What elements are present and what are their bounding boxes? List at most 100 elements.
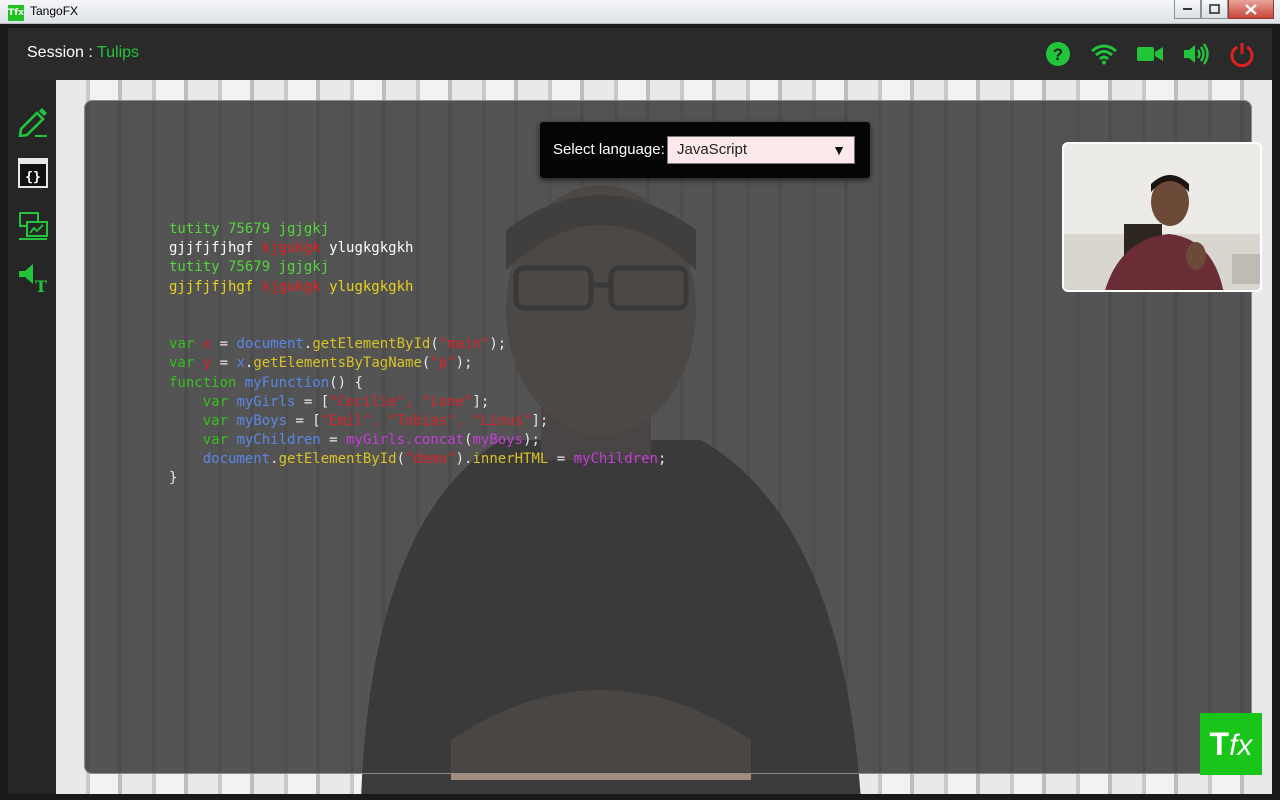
pencil-icon bbox=[18, 108, 47, 137]
video-stage: Select language: JavaScript ▼ tutity 756… bbox=[56, 80, 1272, 794]
svg-text:?: ? bbox=[1053, 45, 1063, 64]
code-token: ( bbox=[430, 336, 439, 353]
code-token: . bbox=[270, 451, 279, 468]
close-icon bbox=[1245, 3, 1257, 15]
code-editor[interactable]: tutity 75679 jgjgkj gjjfjfjhgf kjgukgk yl… bbox=[169, 220, 666, 489]
code-token: kjgukgk bbox=[261, 278, 321, 295]
code-token: y bbox=[202, 355, 212, 372]
code-overlay-panel: Select language: JavaScript ▼ tutity 756… bbox=[84, 100, 1262, 775]
help-icon[interactable]: ? bbox=[1044, 40, 1072, 68]
code-line: var myBoys = ["Emil", "Tobias", "Linus"]… bbox=[169, 412, 666, 431]
code-token: ( bbox=[396, 451, 406, 468]
code-token: "p" bbox=[430, 355, 456, 372]
code-token: myChildren bbox=[573, 451, 658, 468]
minimize-button[interactable] bbox=[1174, 0, 1201, 19]
code-editor-tool[interactable]: {} bbox=[16, 156, 50, 190]
svg-text:T: T bbox=[35, 277, 47, 293]
app-icon: Tfx bbox=[8, 5, 24, 21]
close-button[interactable] bbox=[1228, 0, 1274, 19]
code-token: kjgukgk bbox=[261, 240, 321, 257]
code-token: getElementById bbox=[278, 451, 397, 468]
screen-share-tool[interactable] bbox=[16, 208, 50, 242]
session-header: Session : Tulips ? bbox=[8, 28, 1272, 80]
code-line: gjjfjfjhgf kjgukgk ylugkgkgkh bbox=[169, 278, 666, 297]
code-token: "Emil", "Tobias", "Linus" bbox=[320, 412, 532, 429]
language-select[interactable]: JavaScript ▼ bbox=[667, 136, 855, 164]
screen-share-icon bbox=[19, 212, 48, 240]
code-token: "main" bbox=[438, 336, 490, 353]
self-video-feed bbox=[1064, 144, 1260, 290]
code-token: myGirls bbox=[236, 393, 296, 410]
code-token: gjjfjfjhgf bbox=[169, 240, 262, 257]
speaker-icon[interactable] bbox=[1182, 40, 1210, 68]
code-token: document bbox=[169, 451, 271, 468]
code-token: getElementById bbox=[312, 336, 431, 353]
code-token: ). bbox=[455, 451, 473, 468]
code-token: = [ bbox=[295, 393, 330, 410]
code-token: myBoys bbox=[236, 412, 288, 429]
code-window-icon: {} bbox=[18, 158, 48, 188]
tangofx-logo: Tfx bbox=[1200, 713, 1262, 775]
dropdown-arrow-icon: ▼ bbox=[832, 142, 846, 158]
code-token: var bbox=[169, 355, 203, 372]
self-video-preview[interactable] bbox=[1062, 142, 1262, 292]
code-token: tutity 75679 jgjgkj bbox=[169, 259, 330, 276]
code-token: x bbox=[236, 355, 245, 372]
maximize-icon bbox=[1209, 4, 1220, 14]
code-token: tutity 75679 jgjgkj bbox=[169, 221, 330, 237]
code-token: innerHTML bbox=[472, 451, 549, 468]
code-token: = bbox=[320, 432, 347, 449]
code-token: "demo" bbox=[405, 451, 456, 468]
app-frame: Session : Tulips ? {} T Select language:… bbox=[8, 28, 1272, 794]
code-token: ); bbox=[489, 336, 507, 353]
language-selector-box: Select language: JavaScript ▼ bbox=[540, 122, 870, 178]
wifi-icon[interactable] bbox=[1090, 40, 1118, 68]
code-line: function myFunction() { bbox=[169, 374, 666, 393]
code-token: var bbox=[169, 393, 237, 410]
code-line: } bbox=[169, 469, 666, 488]
language-select-value: JavaScript bbox=[677, 141, 748, 158]
code-token: ylugkgkgkh bbox=[320, 278, 414, 295]
code-token: x bbox=[202, 336, 212, 353]
code-token: var bbox=[169, 432, 237, 449]
code-token: gjjfjfjhgf bbox=[169, 278, 262, 295]
window-titlebar[interactable]: Tfx TangoFX bbox=[0, 0, 1280, 24]
code-line: document.getElementById("demo").innerHTM… bbox=[169, 450, 667, 469]
code-token: ; bbox=[657, 451, 667, 468]
window-title: TangoFX bbox=[30, 4, 79, 18]
power-icon[interactable] bbox=[1228, 40, 1256, 68]
code-token: ylugkgkgkh bbox=[320, 240, 414, 257]
code-line: var myChildren = myGirls.concat(myBoys); bbox=[169, 431, 666, 450]
svg-text:{}: {} bbox=[25, 170, 41, 185]
logo-text-italic: fx bbox=[1229, 729, 1253, 762]
code-token: "Cecilie", "Lone" bbox=[329, 393, 473, 410]
session-label: Session : Tulips bbox=[27, 44, 139, 62]
code-token: ]; bbox=[472, 393, 490, 410]
text-to-speech-icon: T bbox=[19, 264, 47, 293]
code-token: myBoys bbox=[472, 432, 524, 449]
code-token: = bbox=[211, 355, 237, 372]
video-camera-icon[interactable] bbox=[1136, 40, 1164, 68]
window-controls bbox=[1174, 0, 1274, 19]
code-token: getElementsByTagName bbox=[253, 355, 422, 372]
side-toolbar: {} T bbox=[8, 80, 56, 794]
language-label: Select language: bbox=[553, 141, 665, 158]
session-name: Tulips bbox=[96, 44, 140, 61]
code-line: var myGirls = ["Cecilie", "Lone"]; bbox=[169, 393, 666, 412]
code-line: tutity 75679 jgjgkj bbox=[169, 258, 666, 277]
code-token: document bbox=[236, 336, 304, 353]
code-token: var bbox=[169, 336, 203, 353]
text-to-speech-tool[interactable]: T bbox=[16, 260, 50, 294]
session-prefix: Session : bbox=[27, 44, 97, 61]
code-token: var bbox=[169, 412, 237, 429]
code-token: = bbox=[211, 336, 237, 353]
code-token: myGirls.concat bbox=[346, 432, 465, 449]
pencil-tool[interactable] bbox=[16, 104, 50, 138]
code-token: () { bbox=[329, 374, 363, 391]
maximize-button[interactable] bbox=[1201, 0, 1228, 19]
minimize-icon bbox=[1182, 8, 1192, 10]
code-token: ); bbox=[455, 355, 473, 372]
status-icons: ? bbox=[1044, 40, 1256, 68]
code-line: var x = document.getElementById("main"); bbox=[169, 335, 666, 354]
